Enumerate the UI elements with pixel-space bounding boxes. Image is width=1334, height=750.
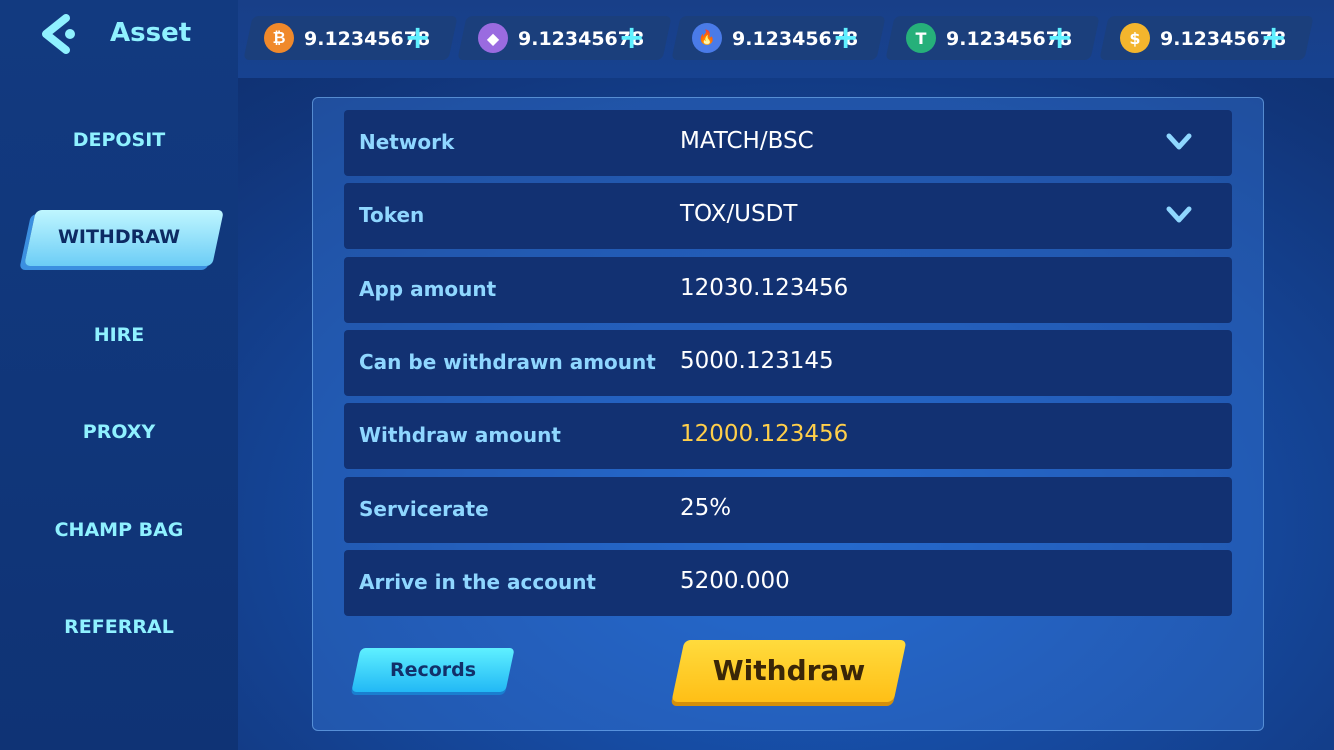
sidebar-item-champ-bag[interactable]: CHAMP BAG [0,519,238,541]
network-label: Network [359,130,455,154]
app-amount-value: 12030.123456 [680,275,849,301]
plus-icon[interactable]: + [832,20,859,54]
records-button-label: Records [389,659,477,681]
flame-token-icon: 🔥 [692,23,722,53]
back-arrow-icon[interactable] [40,14,80,54]
plus-icon[interactable]: + [1046,20,1073,54]
app-amount-row: App amount 12030.123456 [344,257,1232,323]
withdraw-amount-field[interactable]: Withdraw amount 12000.123456 [344,403,1232,469]
sidebar-item-deposit[interactable]: DEPOSIT [0,129,238,151]
token-select[interactable]: Token TOX/USDT [344,183,1232,249]
chevron-down-icon[interactable] [1166,132,1192,152]
sidebar-item-hire[interactable]: HIRE [0,324,238,346]
balance-tether[interactable]: T 9.12345678 + [885,16,1100,60]
withdrawable-amount-label: Can be withdrawn amount [359,350,656,374]
app-amount-label: App amount [359,277,497,301]
withdrawable-amount-value: 5000.123145 [680,348,834,374]
network-value: MATCH/BSC [680,128,814,154]
page-title: Asset [110,18,192,48]
network-select[interactable]: Network MATCH/BSC [344,110,1232,176]
withdrawable-amount-row: Can be withdrawn amount 5000.123145 [344,330,1232,396]
arrive-amount-value: 5200.000 [680,568,790,594]
sidebar-item-referral[interactable]: REFERRAL [0,616,238,638]
service-rate-label: Servicerate [359,497,489,521]
balance-flame-token[interactable]: 🔥 9.12345678 + [671,16,886,60]
withdraw-amount-input[interactable]: 12000.123456 [680,421,848,447]
token-value: TOX/USDT [680,201,798,227]
chevron-down-icon[interactable] [1166,205,1192,225]
withdraw-button[interactable]: Withdraw [671,640,907,702]
ethereum-icon: ◆ [478,23,508,53]
token-label: Token [359,203,425,227]
tether-icon: T [906,23,936,53]
balance-bitcoin[interactable]: ₿ 9.12345678 + [243,16,458,60]
withdraw-amount-label: Withdraw amount [359,423,561,447]
dollar-coin-icon: $ [1120,23,1150,53]
withdraw-button-label: Withdraw [712,654,866,687]
bitcoin-icon: ₿ [264,23,294,53]
plus-icon[interactable]: + [618,20,645,54]
balance-dollar-coin[interactable]: $ 9.12345678 + [1099,16,1314,60]
records-button[interactable]: Records [351,648,515,692]
plus-icon[interactable]: + [1260,20,1287,54]
arrive-amount-row: Arrive in the account 5200.000 [344,550,1232,616]
sidebar-item-proxy[interactable]: PROXY [0,421,238,443]
sidebar-item-withdraw[interactable]: WITHDRAW [0,226,238,248]
arrive-amount-label: Arrive in the account [359,570,596,594]
service-rate-row: Servicerate 25% [344,477,1232,543]
service-rate-value: 25% [680,495,732,521]
balance-ethereum[interactable]: ◆ 9.12345678 + [457,16,672,60]
plus-icon[interactable]: + [404,20,431,54]
